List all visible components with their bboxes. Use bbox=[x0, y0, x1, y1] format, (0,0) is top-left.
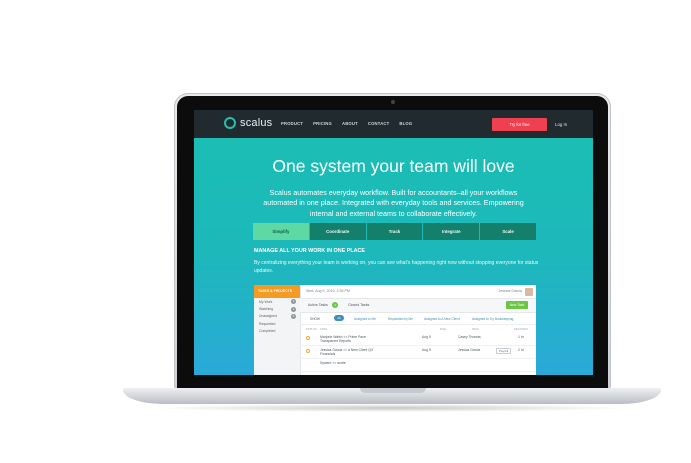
task-name[interactable]: Jessica Garcia >> A New Client Q3 Financ… bbox=[320, 348, 374, 356]
sidebar-title: TASKS & PROJECTS bbox=[254, 285, 300, 298]
nav-links: PRODUCT PRICING ABOUT CONTACT BLOG bbox=[281, 121, 412, 126]
sidebar-item-label: Watching bbox=[259, 307, 274, 312]
tab-simplify[interactable]: Simplify bbox=[253, 223, 309, 240]
table-header: STATUS TASK DUE WHO SECONDS bbox=[300, 325, 536, 332]
sidebar-item-unassigned[interactable]: Unassigned 4 bbox=[254, 313, 300, 320]
filter-all[interactable]: All bbox=[334, 315, 344, 321]
app-date: Wed, Aug 5, 2015, 3:35 PM bbox=[306, 289, 350, 293]
app-sidebar: TASKS & PROJECTS My Work 3 Watching 2 Un… bbox=[254, 285, 301, 375]
section-title: MANAGE ALL YOUR WORK IN ONE PLACE bbox=[254, 248, 366, 254]
sidebar-item-label: Requested bbox=[259, 321, 276, 326]
table-row[interactable]: System >> andre bbox=[300, 359, 536, 372]
task-tabs: Active Tasks 4 Closed Tasks New Task bbox=[300, 299, 536, 313]
active-count-badge: 4 bbox=[332, 302, 338, 308]
sidebar-count: 2 bbox=[291, 306, 296, 312]
filter-requested-by-me[interactable]: Requested by Me bbox=[388, 317, 413, 321]
task-name[interactable]: Marjorie Walsh >> Prime Pace Transparent… bbox=[320, 335, 374, 343]
sidebar-item-label: My Work bbox=[259, 299, 273, 304]
tab-coordinate[interactable]: Coordinate bbox=[309, 223, 366, 240]
tab-active-tasks[interactable]: Active Tasks bbox=[308, 303, 328, 307]
task-time: 1 hr bbox=[518, 335, 524, 339]
filter-assigned-new-client[interactable]: Assigned to A New Client bbox=[424, 317, 460, 321]
app-header: Wed, Aug 5, 2015, 3:35 PM Jessica Garcia bbox=[300, 285, 536, 299]
nav-link-blog[interactable]: BLOG bbox=[399, 121, 412, 126]
sidebar-item-label: Unassigned bbox=[259, 314, 277, 319]
nav-link-contact[interactable]: CONTACT bbox=[368, 121, 390, 126]
column-due: DUE bbox=[440, 327, 446, 331]
task-who: Jessica Garcia bbox=[458, 348, 481, 352]
app-user-name[interactable]: Jessica Garcia bbox=[498, 289, 522, 293]
table-row[interactable]: Jessica Garcia >> A New Client Q3 Financ… bbox=[300, 346, 536, 359]
laptop-shadow bbox=[150, 404, 630, 412]
table-row[interactable]: Marjorie Walsh >> Prime Pace Transparent… bbox=[300, 333, 536, 346]
hero-title: One system your team will love bbox=[272, 156, 515, 176]
app-preview: TASKS & PROJECTS My Work 3 Watching 2 Un… bbox=[254, 285, 536, 375]
sidebar-count: 4 bbox=[291, 313, 296, 319]
avatar[interactable] bbox=[525, 288, 533, 296]
task-time: 2 hr bbox=[518, 348, 524, 352]
logo-icon bbox=[224, 117, 236, 129]
laptop-notch bbox=[360, 388, 426, 393]
status-icon[interactable] bbox=[306, 336, 310, 340]
filter-show-label: SHOW bbox=[310, 317, 320, 321]
task-tag: Payroll bbox=[496, 348, 512, 354]
status-icon[interactable] bbox=[306, 349, 310, 353]
filter-assigned-to-me[interactable]: Assigned to Me bbox=[354, 317, 376, 321]
column-seconds: SECONDS bbox=[514, 327, 528, 331]
camera-icon bbox=[391, 100, 395, 104]
task-filters: SHOW All Assigned to Me Requested by Me … bbox=[300, 313, 536, 325]
task-name[interactable]: System >> andre bbox=[320, 361, 400, 365]
new-task-button[interactable]: New Task bbox=[506, 301, 528, 309]
section-body: By centralizing everything your team is … bbox=[254, 260, 539, 274]
hero-subtitle: Scalus automates everyday workflow. Buil… bbox=[263, 188, 524, 218]
logo[interactable]: scalus bbox=[224, 117, 272, 129]
sidebar-item-completed[interactable]: Completed bbox=[254, 328, 300, 335]
logo-text: scalus bbox=[240, 117, 273, 129]
column-who: WHO bbox=[472, 327, 479, 331]
feature-tabs: Simplify Coordinate Track Integrate Scal… bbox=[253, 223, 536, 240]
tab-integrate[interactable]: Integrate bbox=[423, 223, 480, 240]
filter-assigned-try-bookkeeping[interactable]: Assigned to Try Bookkeeping bbox=[472, 317, 513, 321]
tab-track[interactable]: Track bbox=[366, 223, 423, 240]
try-free-button[interactable]: Try for free bbox=[492, 118, 547, 131]
tab-scale[interactable]: Scale bbox=[480, 223, 536, 240]
tab-closed-tasks[interactable]: Closed Tasks bbox=[348, 303, 369, 307]
nav-link-about[interactable]: ABOUT bbox=[342, 121, 358, 126]
column-task: TASK bbox=[320, 327, 328, 331]
column-status: STATUS bbox=[306, 327, 317, 331]
sidebar-item-label: Completed bbox=[259, 329, 276, 334]
sidebar-item-requested[interactable]: Requested bbox=[254, 320, 300, 327]
task-due: Aug 5 bbox=[422, 335, 431, 339]
sidebar-count: 3 bbox=[291, 299, 296, 305]
task-due: Aug 5 bbox=[422, 348, 431, 352]
nav-link-pricing[interactable]: PRICING bbox=[313, 121, 332, 126]
sidebar-item-my-work[interactable]: My Work 3 bbox=[254, 298, 300, 305]
login-link[interactable]: Log In bbox=[555, 122, 567, 127]
top-nav: scalus PRODUCT PRICING ABOUT CONTACT BLO… bbox=[194, 110, 593, 138]
sidebar-item-watching[interactable]: Watching 2 bbox=[254, 305, 300, 312]
laptop-screen: scalus PRODUCT PRICING ABOUT CONTACT BLO… bbox=[194, 110, 593, 375]
nav-link-product[interactable]: PRODUCT bbox=[281, 121, 303, 126]
task-who: Casey Thomas bbox=[458, 335, 481, 339]
